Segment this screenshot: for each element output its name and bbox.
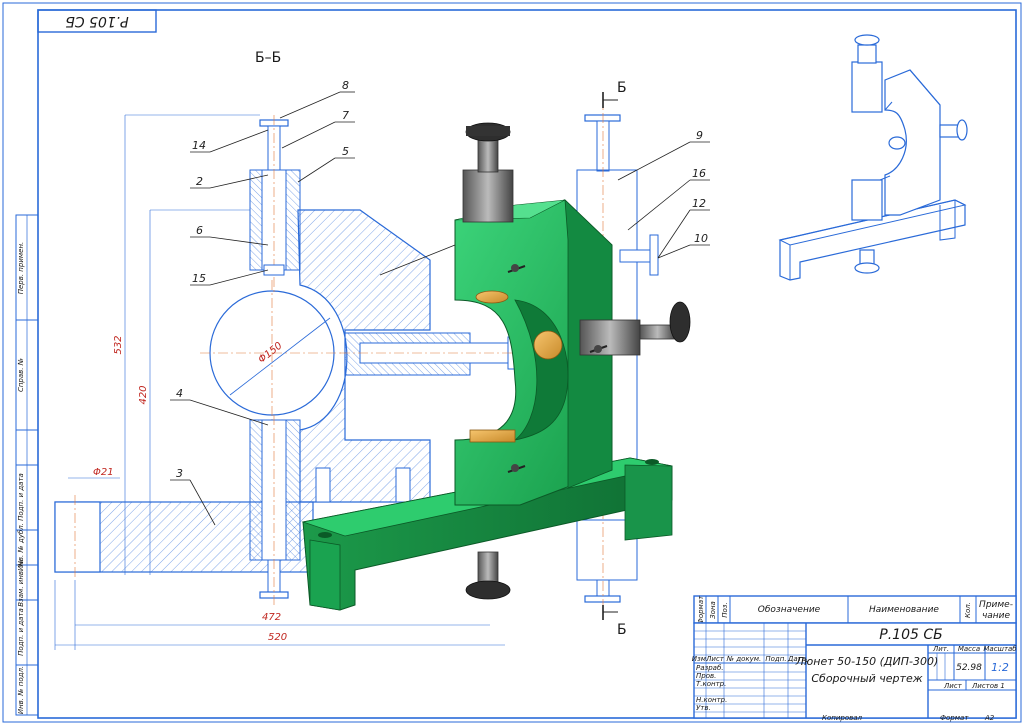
spec-qty: Кол. (964, 602, 972, 618)
dim-d21: Φ21 (93, 467, 114, 478)
side-stamp: Перв. примен. Справ. № Подп. и дата Инв.… (15, 214, 39, 716)
isometric-thumbnail (778, 34, 968, 281)
cut-mark-top: Б (617, 80, 627, 96)
spec-note-1: Приме- (979, 600, 1013, 610)
doc-code: Р.105 СБ (879, 627, 942, 643)
role-tkontr: Т.контр. (696, 680, 726, 688)
spec-pos: Поз. (721, 602, 729, 618)
dim-520: 520 (268, 632, 287, 643)
callout-9: 9 (696, 129, 703, 142)
cut-mark-bottom: Б (617, 622, 627, 638)
side-stamp-label-3: Подп. и дата (17, 473, 25, 521)
callout-2: 2 (196, 175, 203, 188)
callout-7: 7 (342, 109, 349, 122)
title-line-2: Сборочный чертеж (811, 672, 922, 685)
sheet-label: Лист (943, 682, 963, 690)
callout-10: 10 (694, 232, 708, 245)
copied-label: Копировал (822, 714, 863, 722)
spec-designation: Обозначение (758, 605, 821, 615)
format-value: A2 (984, 714, 995, 722)
spec-note-2: чание (982, 611, 1011, 621)
callout-15: 15 (192, 272, 206, 285)
title-line-1: Люнет 50-150 (ДИП-300) (795, 655, 939, 668)
callout-6: 6 (196, 224, 203, 237)
rev-col-doc: № докум. (726, 655, 762, 663)
side-stamp-label-6: Подп. и дата (17, 608, 25, 656)
section-title: Б–Б (255, 50, 281, 66)
role-razrab: Разраб. (696, 664, 724, 672)
spec-header: Формат Зона Поз. Обозначение Наименовани… (693, 595, 1017, 624)
col-scale: Масштаб (983, 645, 1017, 653)
title-block: Изм. Лист № докум. Подп. Дата Разраб. Пр… (692, 622, 1017, 719)
format-label: Формат (940, 714, 969, 722)
callout-4: 4 (176, 387, 183, 400)
side-stamp-label-7: Инв. № подл. (17, 666, 25, 714)
side-stamp-label-2: Справ. № (17, 358, 25, 392)
callout-14: 14 (192, 139, 206, 152)
role-utv: Утв. (696, 704, 711, 712)
assembly-drawing-sheet: Р.105 СБ Перв. примен. Справ. № Подп. и … (2, 2, 1022, 723)
callout-5: 5 (342, 145, 349, 158)
rev-col-list: Лист (705, 655, 725, 663)
col-lit: Лит. (932, 645, 949, 653)
role-prov: Пров. (696, 672, 716, 680)
spec-name: Наименование (869, 605, 939, 615)
rev-col-sign: Подп. (765, 655, 786, 663)
sheets-label: Листов 1 (971, 682, 1005, 690)
callout-12: 12 (692, 197, 706, 210)
side-stamp-label-1: Перв. примен. (17, 242, 25, 295)
role-nkontr: Н.контр. (696, 696, 727, 704)
side-stamp-label-5: Взам. инв. № (17, 559, 25, 607)
top-code-text: Р.105 СБ (65, 13, 128, 29)
callout-3: 3 (176, 467, 183, 480)
dim-532: 532 (113, 335, 124, 354)
col-mass: Масса (958, 645, 980, 653)
callout-8: 8 (342, 79, 349, 92)
dim-420: 420 (138, 385, 149, 404)
spec-zone: Зона (709, 601, 717, 619)
callout-16: 16 (692, 167, 706, 180)
top-code-box: Р.105 СБ (37, 9, 157, 33)
mass-value: 52.98 (956, 663, 982, 673)
spec-format: Формат (697, 595, 705, 624)
scale-value: 1:2 (991, 661, 1009, 674)
dim-472: 472 (262, 612, 281, 623)
